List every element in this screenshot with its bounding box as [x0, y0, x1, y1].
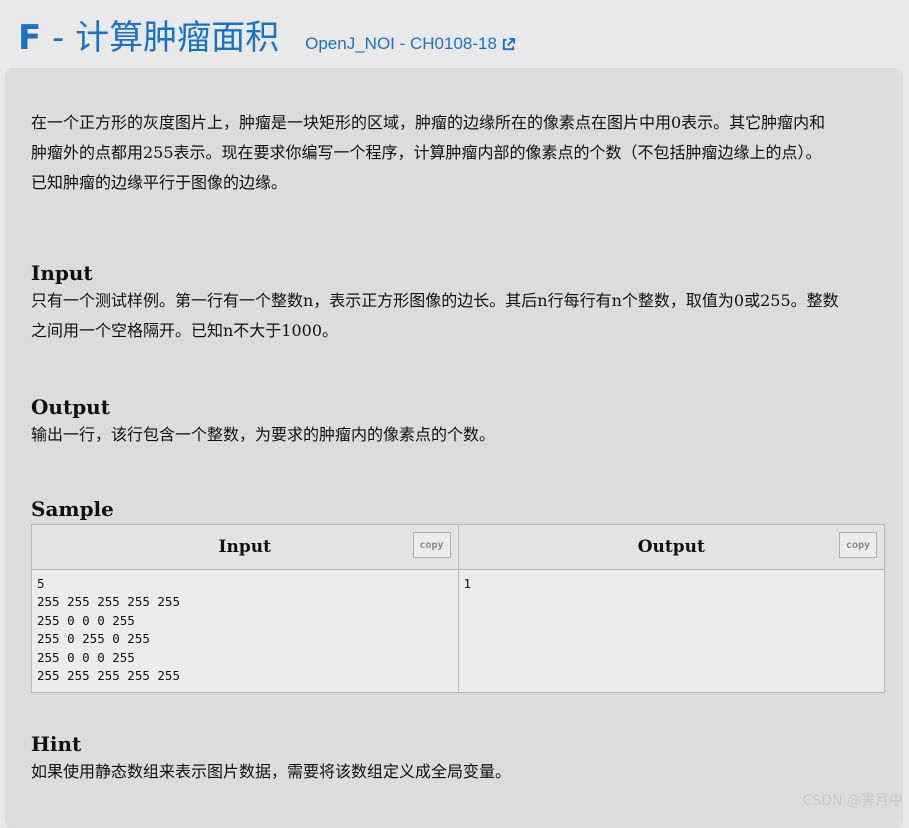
sample-output-header: Output copy — [457, 524, 885, 570]
copy-input-button[interactable]: copy — [412, 532, 451, 558]
output-title: Output — [31, 395, 110, 419]
description-line: 已知肿瘤的边缘平行于图像的边缘。 — [31, 173, 288, 192]
problem-name: 计算肿瘤面积 — [75, 18, 280, 58]
hint-text: 如果使用静态数组来表示图片数据，需要将该数组定义成全局变量。 — [31, 762, 512, 781]
input-section: Input 只有一个测试样例。第一行有一个整数n，表示正方形图像的边长。其后n行… — [31, 260, 877, 346]
sample-input-header: Input copy — [31, 524, 459, 570]
problem-content: 在一个正方形的灰度图片上，肿瘤是一块矩形的区域，肿瘤的边缘所在的像素点在图片中用… — [31, 108, 885, 787]
input-text: 只有一个测试样例。第一行有一个整数n，表示正方形图像的边长。其后n行每行有n个整… — [31, 286, 877, 346]
source-link[interactable]: OpenJ_NOI - CH0108-18 — [305, 34, 516, 54]
sample-output-header-label: Output — [637, 537, 705, 557]
hint-section: Hint 如果使用静态数组来表示图片数据，需要将该数组定义成全局变量。 — [31, 731, 877, 787]
sample-output-cell: 1 — [457, 569, 885, 693]
problem-letter: F — [18, 18, 42, 58]
external-link-icon — [502, 37, 516, 50]
sample-input-text: 5 255 255 255 255 255 255 0 0 0 255 255 … — [37, 576, 180, 684]
sample-output-text: 1 — [463, 576, 472, 591]
description-line: 在一个正方形的灰度图片上，肿瘤是一块矩形的区域，肿瘤的边缘所在的像素点在图片中用… — [31, 113, 826, 132]
problem-panel: 在一个正方形的灰度图片上，肿瘤是一块矩形的区域，肿瘤的边缘所在的像素点在图片中用… — [5, 68, 903, 828]
source-link-label: OpenJ_NOI - CH0108-18 — [305, 34, 497, 53]
copy-output-button[interactable]: copy — [839, 532, 877, 558]
problem-description: 在一个正方形的灰度图片上，肿瘤是一块矩形的区域，肿瘤的边缘所在的像素点在图片中用… — [31, 108, 877, 198]
output-line: 输出一行，该行包含一个整数，为要求的肿瘤内的像素点的个数。 — [31, 425, 496, 444]
input-title: Input — [31, 261, 93, 285]
problem-header: F - 计算肿瘤面积 OpenJ_NOI - CH0108-18 — [18, 14, 516, 64]
sample-table: Input copy Output copy 5 255 255 255 255… — [31, 524, 885, 693]
sample-body-row: 5 255 255 255 255 255 255 0 0 0 255 255 … — [31, 569, 885, 693]
input-line: 只有一个测试样例。第一行有一个整数n，表示正方形图像的边长。其后n行每行有n个整… — [31, 291, 839, 310]
sample-header-row: Input copy Output copy — [31, 524, 885, 570]
sample-section: Sample Input copy Output copy 5 255 255 … — [31, 496, 885, 693]
sample-input-header-label: Input — [218, 537, 271, 557]
description-line: 肿瘤外的点都用255表示。现在要求你编写一个程序，计算肿瘤内部的像素点的个数（不… — [31, 143, 822, 162]
sample-title: Sample — [31, 497, 114, 521]
problem-title: F - 计算肿瘤面积 — [18, 14, 279, 62]
sample-input-cell: 5 255 255 255 255 255 255 0 0 0 255 255 … — [31, 569, 459, 693]
watermark: CSDN @霁月中 — [802, 793, 903, 809]
output-section: Output 输出一行，该行包含一个整数，为要求的肿瘤内的像素点的个数。 — [31, 394, 877, 450]
output-text: 输出一行，该行包含一个整数，为要求的肿瘤内的像素点的个数。 — [31, 420, 877, 450]
input-line: 之间用一个空格隔开。已知n不大于1000。 — [31, 321, 339, 340]
hint-title: Hint — [31, 732, 82, 756]
title-separator: - — [41, 18, 76, 58]
